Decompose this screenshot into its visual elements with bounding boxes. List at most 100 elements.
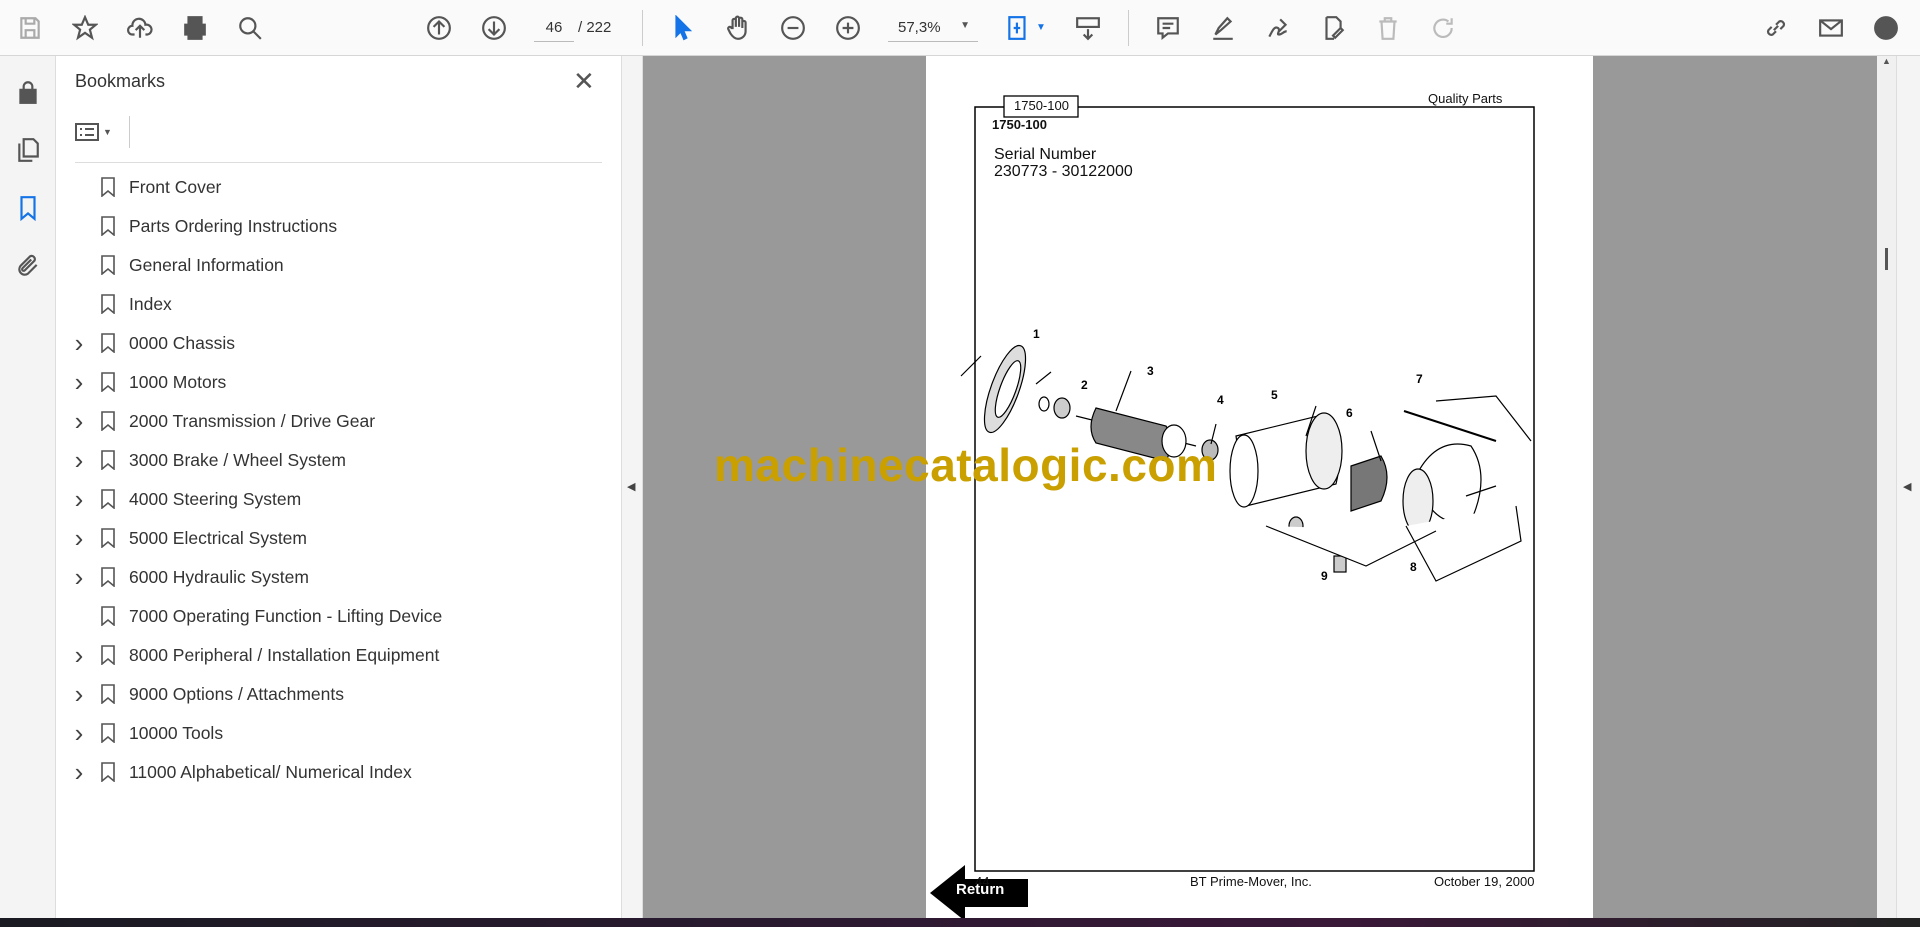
callout-3: 3: [1147, 364, 1154, 378]
bookmark-options-button[interactable]: ▼: [75, 118, 125, 146]
bookmark-item[interactable]: › 9000 Options / Attachments: [67, 677, 597, 711]
bookmark-item[interactable]: › 3000 Brake / Wheel System: [67, 443, 597, 477]
save-icon[interactable]: [12, 10, 48, 46]
comment-icon[interactable]: [1150, 10, 1186, 46]
footer-company: BT Prime-Mover, Inc.: [1190, 874, 1312, 889]
rotate-icon[interactable]: [1425, 10, 1461, 46]
callout-5: 5: [1271, 388, 1278, 402]
bookmark-icon: [101, 450, 115, 470]
chevron-right-icon[interactable]: ›: [67, 757, 91, 788]
scroll-thumb[interactable]: [1885, 248, 1888, 270]
callout-2: 2: [1081, 378, 1088, 392]
chevron-right-icon[interactable]: ›: [67, 562, 91, 593]
chevron-right-icon[interactable]: ›: [67, 523, 91, 554]
vertical-scrollbar[interactable]: ▲: [1877, 56, 1896, 918]
page-number-input[interactable]: [534, 14, 574, 42]
bookmarks-icon[interactable]: [12, 192, 44, 224]
bookmark-label: 1000 Motors: [129, 371, 227, 392]
share-link-icon[interactable]: [1758, 10, 1794, 46]
chevron-right-icon[interactable]: ›: [67, 445, 91, 476]
bookmark-icon: [101, 333, 115, 353]
bookmark-label: General Information: [129, 254, 284, 275]
find-icon[interactable]: [232, 10, 268, 46]
chevron-right-icon[interactable]: ›: [67, 367, 91, 398]
bookmark-item[interactable]: Front Cover: [67, 170, 597, 204]
close-icon[interactable]: ✕: [573, 68, 595, 94]
pages-icon[interactable]: [12, 134, 44, 166]
bookmark-label: 9000 Options / Attachments: [129, 683, 344, 704]
bookmark-icon: [101, 372, 115, 392]
edit-pdf-icon[interactable]: [1315, 10, 1351, 46]
toolbar: / 222 57,3% ▼ ▼: [0, 0, 1920, 56]
bookmark-star-icon[interactable]: [67, 10, 103, 46]
taskbar: [0, 918, 1920, 927]
bookmark-label: 11000 Alphabetical/ Numerical Index: [129, 761, 412, 782]
attachment-icon[interactable]: [12, 250, 44, 282]
chevron-right-icon[interactable]: ›: [67, 328, 91, 359]
bookmark-item[interactable]: › 1000 Motors: [67, 365, 597, 399]
chevron-right-icon[interactable]: ›: [67, 406, 91, 437]
hand-icon[interactable]: [720, 10, 756, 46]
chevron-down-icon: ▼: [103, 127, 112, 137]
bookmark-item[interactable]: 7000 Operating Function - Lifting Device: [67, 599, 597, 633]
lock-icon[interactable]: [12, 76, 44, 108]
chevron-right-icon[interactable]: ›: [67, 640, 91, 671]
bookmark-label: 4000 Steering System: [129, 488, 302, 509]
bookmark-item[interactable]: › 0000 Chassis: [67, 326, 597, 360]
chevron-right-icon[interactable]: ›: [67, 718, 91, 749]
highlight-icon[interactable]: [1205, 10, 1241, 46]
print-icon[interactable]: [177, 10, 213, 46]
bookmark-item[interactable]: › 8000 Peripheral / Installation Equipmen…: [67, 638, 597, 672]
bookmark-icon: [101, 255, 115, 275]
page-up-icon[interactable]: [421, 10, 457, 46]
bookmark-item[interactable]: General Information: [67, 248, 597, 282]
bookmark-item[interactable]: › 2000 Transmission / Drive Gear: [67, 404, 597, 438]
fit-chevron-icon[interactable]: ▼: [1036, 22, 1046, 33]
delete-icon[interactable]: [1370, 10, 1406, 46]
footer-date: October 19, 2000: [1434, 874, 1535, 889]
bookmark-icon: [101, 645, 115, 665]
return-link[interactable]: Return: [956, 881, 1004, 898]
bookmark-item[interactable]: › 4000 Steering System: [67, 482, 597, 516]
bookmark-label: 5000 Electrical System: [129, 527, 307, 548]
upload-icon[interactable]: [122, 10, 158, 46]
chevron-left-icon: ◀: [1903, 481, 1912, 493]
account-icon[interactable]: [1868, 10, 1904, 46]
collapse-panel-handle[interactable]: ◀: [621, 56, 643, 918]
email-icon[interactable]: [1813, 10, 1849, 46]
bookmark-item[interactable]: Parts Ordering Instructions: [67, 209, 597, 243]
bookmark-icon: [101, 216, 115, 236]
zoom-out-icon[interactable]: [775, 10, 811, 46]
callout-9: 9: [1321, 569, 1328, 583]
section-heading: 1750-100: [992, 117, 1047, 132]
bookmark-icon: [101, 411, 115, 431]
chevron-right-icon[interactable]: ›: [67, 484, 91, 515]
zoom-in-icon[interactable]: [830, 10, 866, 46]
fit-page-icon[interactable]: [1000, 10, 1036, 46]
chevron-left-icon: ◀: [627, 481, 636, 493]
bookmark-icon: [101, 762, 115, 782]
sign-icon[interactable]: [1260, 10, 1296, 46]
bookmark-item[interactable]: › 10000 Tools: [67, 716, 597, 750]
scroll-up-icon[interactable]: ▲: [1882, 56, 1891, 66]
bookmark-icon: [101, 723, 115, 743]
chevron-down-icon: ▼: [960, 20, 970, 31]
bookmark-label: 7000 Operating Function - Lifting Device: [129, 605, 443, 626]
watermark: machinecatalogic.com: [714, 439, 1218, 491]
right-panel-toggle[interactable]: ◀: [1896, 56, 1920, 918]
chevron-right-icon[interactable]: ›: [67, 679, 91, 710]
bookmark-item[interactable]: › 6000 Hydraulic System: [67, 560, 597, 594]
page-down-icon[interactable]: [476, 10, 512, 46]
callout-1: 1: [1033, 327, 1040, 341]
bookmark-item[interactable]: › 11000 Alphabetical/ Numerical Index: [67, 755, 597, 789]
bookmark-item[interactable]: Index: [67, 287, 597, 321]
bookmark-item[interactable]: › 5000 Electrical System: [67, 521, 597, 555]
callout-4: 4: [1217, 393, 1224, 407]
bookmark-icon: [101, 177, 115, 197]
scroll-mode-icon[interactable]: [1070, 10, 1106, 46]
select-cursor-icon[interactable]: [665, 10, 701, 46]
zoom-select[interactable]: 57,3% ▼: [888, 14, 978, 42]
callout-7: 7: [1416, 372, 1423, 386]
bookmark-label: Index: [129, 293, 172, 314]
bookmark-icon: [101, 528, 115, 548]
